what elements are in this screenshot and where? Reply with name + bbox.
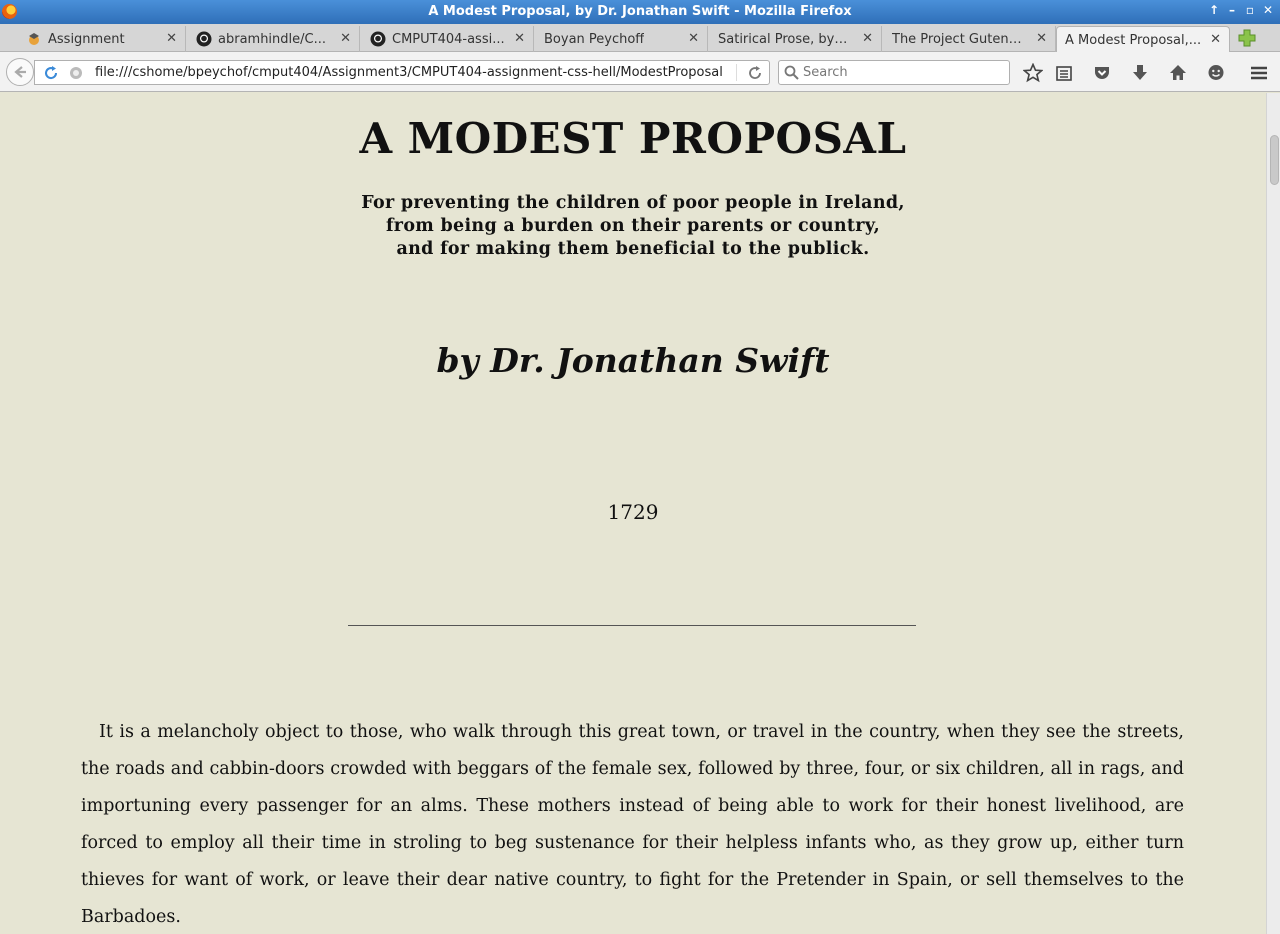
site-identity-globe-icon[interactable] [69, 66, 83, 80]
search-input[interactable] [803, 63, 1003, 82]
close-tab-icon[interactable]: ✕ [862, 31, 873, 46]
close-tab-icon[interactable]: ✕ [166, 31, 177, 46]
tab-label: abramhindle/C... [218, 31, 326, 47]
subtitle-line: from being a burden on their parents or … [385, 216, 881, 236]
tab-satirical-prose[interactable]: Satirical Prose, by ... ✕ [710, 26, 882, 52]
subtitle-line: For preventing the children of poor peop… [361, 193, 905, 213]
reload-icon[interactable] [43, 65, 59, 81]
vertical-scrollbar[interactable] [1266, 93, 1280, 934]
tab-label: Boyan Peychoff [544, 31, 645, 47]
close-tab-icon[interactable]: ✕ [1036, 31, 1047, 46]
tab-boyan-peychoff[interactable]: Boyan Peychoff ✕ [536, 26, 708, 52]
reload-page-icon[interactable] [747, 65, 763, 81]
page-content: A MODEST PROPOSAL For preventing the chi… [0, 93, 1266, 934]
window-minimize-icon[interactable]: – [1226, 3, 1238, 17]
pocket-icon[interactable] [1092, 63, 1112, 83]
back-button[interactable] [6, 58, 34, 86]
tab-assignment[interactable]: Assignment ✕ [18, 26, 186, 52]
search-icon [784, 65, 799, 80]
new-tab-plus-icon[interactable] [1238, 29, 1256, 47]
subtitle-line: and for making them beneficial to the pu… [396, 239, 870, 259]
document-author: by Dr. Jonathan Swift [436, 341, 830, 380]
bookmark-star-icon[interactable] [1023, 63, 1043, 83]
tab-strip: Assignment ✕ abramhindle/C... ✕ CMPUT404… [0, 24, 1280, 53]
horizontal-rule [348, 625, 916, 626]
hamburger-menu-icon[interactable] [1249, 63, 1269, 83]
tab-project-gutenberg[interactable]: The Project Gutenb... ✕ [884, 26, 1056, 52]
window-controls: ↑ – ▫ ✕ [1208, 3, 1274, 17]
document-title: A MODEST PROPOSAL [359, 114, 907, 163]
close-tab-icon[interactable]: ✕ [340, 31, 351, 46]
close-tab-icon[interactable]: ✕ [1210, 32, 1221, 47]
github-icon [196, 31, 212, 47]
hello-chat-icon[interactable] [1206, 63, 1226, 83]
tab-label: Satirical Prose, by ... [718, 31, 848, 47]
document-subtitle: For preventing the children of poor peop… [0, 192, 1266, 261]
window-title: A Modest Proposal, by Dr. Jonathan Swift… [428, 4, 852, 19]
document-year: 1729 [607, 500, 659, 524]
close-tab-icon[interactable]: ✕ [688, 31, 699, 46]
tab-cmput404[interactable]: CMPUT404-assi... ✕ [362, 26, 534, 52]
tab-label: Assignment [48, 31, 125, 47]
tab-abramhindle[interactable]: abramhindle/C... ✕ [188, 26, 360, 52]
tab-label: A Modest Proposal,... [1065, 32, 1202, 48]
tab-modest-proposal[interactable]: A Modest Proposal,... ✕ [1056, 26, 1230, 53]
body-paragraph: It is a melancholy object to those, who … [81, 722, 1184, 927]
window-up-icon[interactable]: ↑ [1208, 3, 1220, 17]
window-restore-icon[interactable]: ▫ [1244, 3, 1256, 17]
window-close-icon[interactable]: ✕ [1262, 3, 1274, 17]
eclass-icon [29, 33, 39, 45]
scrollbar-thumb[interactable] [1270, 135, 1279, 185]
reading-list-icon[interactable] [1054, 63, 1074, 83]
home-icon[interactable] [1168, 63, 1188, 83]
tab-label: CMPUT404-assi... [392, 31, 505, 47]
url-separator [736, 64, 737, 81]
url-bar[interactable]: file:///cshome/bpeychof/cmput404/Assignm… [34, 60, 770, 85]
back-arrow-icon [14, 66, 26, 78]
window-titlebar: A Modest Proposal, by Dr. Jonathan Swift… [0, 0, 1280, 24]
tab-label: The Project Gutenb... [892, 31, 1028, 47]
github-icon [370, 31, 386, 47]
search-bar[interactable] [778, 60, 1010, 85]
close-tab-icon[interactable]: ✕ [514, 31, 525, 46]
downloads-arrow-icon[interactable] [1130, 63, 1150, 83]
url-text[interactable]: file:///cshome/bpeychof/cmput404/Assignm… [95, 65, 735, 80]
navigation-toolbar: file:///cshome/bpeychof/cmput404/Assignm… [0, 52, 1280, 92]
